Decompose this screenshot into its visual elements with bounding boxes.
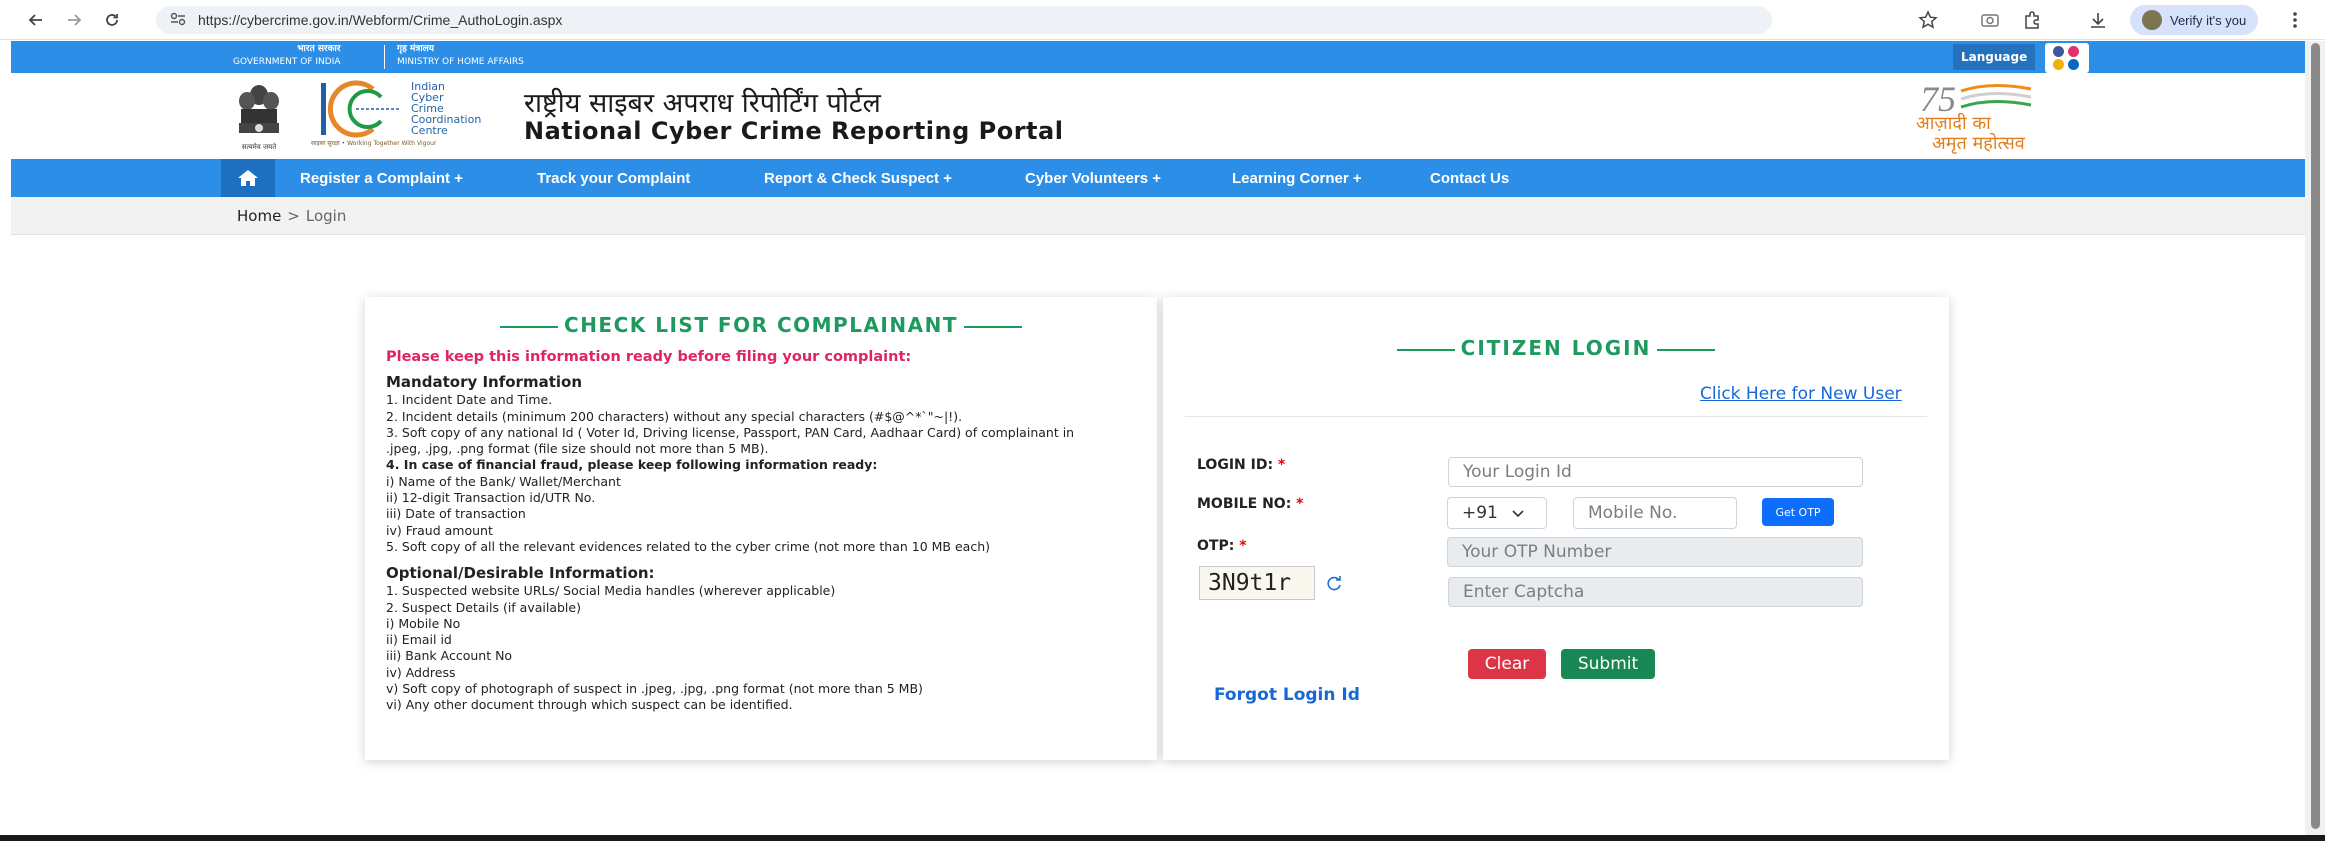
language-button[interactable]: Language	[1953, 44, 2036, 70]
profile-avatar	[2142, 10, 2162, 30]
azadi-ka-amrit-mahotsav-logo: 75 आज़ादी का अमृत महोत्सव	[1906, 77, 2106, 155]
browser-menu-icon[interactable]	[2292, 10, 2298, 34]
nav-register-complaint[interactable]: Register a Complaint +	[300, 159, 463, 197]
captcha-input[interactable]: Enter Captcha	[1448, 577, 1863, 607]
chevron-down-icon	[1512, 503, 1524, 523]
login-title: CITIZEN LOGIN	[1163, 336, 1949, 360]
submit-button[interactable]: Submit	[1561, 649, 1655, 679]
checklist-warning: Please keep this information ready befor…	[386, 349, 912, 365]
checklist-title: CHECK LIST FOR COMPLAINANT	[365, 313, 1157, 337]
checklist-body: Please keep this information ready befor…	[386, 349, 1146, 714]
nav-report-check-suspect[interactable]: Report & Check Suspect +	[764, 159, 952, 197]
azadi-line2: अमृत महोत्सव	[1932, 133, 2025, 154]
nav-contact-us[interactable]: Contact Us	[1430, 159, 1509, 197]
otp-label: OTP: *	[1197, 538, 1247, 554]
optional-heading: Optional/Desirable Information:	[386, 564, 655, 583]
breadcrumb: Home > Login	[11, 197, 2305, 235]
national-emblem-icon: सत्यमेव जयते	[233, 81, 285, 151]
breadcrumb-current: Login	[305, 206, 347, 225]
verify-label: Verify it's you	[2170, 12, 2247, 28]
main-navigation: Register a Complaint + Track your Compla…	[11, 159, 2305, 197]
breadcrumb-separator: >	[287, 206, 300, 225]
mobile-number-input[interactable]: Mobile No.	[1573, 497, 1737, 529]
captcha-image: 3N9t1r	[1199, 566, 1315, 600]
new-user-link[interactable]: Click Here for New User	[1700, 384, 1902, 404]
mandatory-heading: Mandatory Information	[386, 373, 582, 392]
ministry-label: गृह मंत्रालय MINISTRY OF HOME AFFAIRS	[397, 44, 524, 67]
scrollbar-thumb[interactable]	[2311, 43, 2320, 829]
facebook-icon[interactable]	[2053, 46, 2064, 57]
back-icon[interactable]	[20, 4, 52, 36]
list-item: iii) Date of transaction	[386, 506, 526, 522]
list-item: vi) Any other document through which sus…	[386, 697, 793, 713]
twitter-icon[interactable]	[2053, 59, 2064, 70]
clear-button[interactable]: Clear	[1468, 649, 1546, 679]
browser-toolbar: https://cybercrime.gov.in/Webform/Crime_…	[0, 0, 2325, 40]
strip-divider	[384, 45, 385, 69]
citizen-login-card: CITIZEN LOGIN Click Here for New User LO…	[1163, 297, 1949, 760]
i4c-name: Indian Cyber Crime Coordination Centre	[411, 80, 482, 137]
social-links[interactable]	[2045, 43, 2089, 73]
reload-icon[interactable]	[96, 4, 128, 36]
mobile-label: MOBILE NO: *	[1197, 496, 1304, 512]
home-icon[interactable]	[221, 159, 275, 197]
login-divider	[1185, 416, 1927, 417]
list-item: iv) Address	[386, 664, 456, 680]
linkedin-icon[interactable]	[2068, 59, 2079, 70]
list-item: ii) Email id	[386, 632, 452, 648]
portal-title-hindi: राष्ट्रीय साइबर अपराध रिपोर्टिंग पोर्टल	[524, 88, 881, 119]
site-settings-icon[interactable]	[170, 11, 186, 30]
address-bar[interactable]: https://cybercrime.gov.in/Webform/Crime_…	[156, 6, 1772, 34]
url-text: https://cybercrime.gov.in/Webform/Crime_…	[198, 12, 563, 28]
list-item: 2. Suspect Details (if available)	[386, 599, 581, 615]
financial-heading: 4. In case of financial fraud, please ke…	[386, 457, 878, 473]
footer-edge	[0, 835, 2325, 841]
list-item: 5. Soft copy of all the relevant evidenc…	[386, 538, 990, 554]
breadcrumb-home[interactable]: Home	[237, 207, 281, 225]
list-item: 1. Incident Date and Time.	[386, 392, 553, 408]
list-item: iii) Bank Account No	[386, 648, 513, 664]
list-item: 2. Incident details (minimum 200 charact…	[386, 408, 963, 424]
list-item: ii) 12-digit Transaction id/UTR No.	[386, 490, 596, 506]
instagram-icon[interactable]	[2068, 46, 2079, 57]
bookmark-star-icon[interactable]	[1918, 10, 1938, 34]
i4c-tagline: साइबर सुरक्षा • Working Together With Vi…	[311, 140, 437, 147]
extensions-icon[interactable]	[2022, 10, 2042, 34]
refresh-captcha-icon[interactable]	[1324, 573, 1344, 593]
verify-profile-button[interactable]: Verify it's you	[2130, 5, 2259, 35]
forward-icon[interactable]	[58, 4, 90, 36]
complainant-checklist-card: CHECK LIST FOR COMPLAINANT Please keep t…	[365, 297, 1157, 760]
list-item: v) Soft copy of photograph of suspect in…	[386, 681, 923, 697]
page-scrollbar[interactable]	[2305, 41, 2325, 835]
government-strip: भारत सरकार GOVERNMENT OF INDIA गृह मंत्र…	[11, 41, 2305, 73]
nav-cyber-volunteers[interactable]: Cyber Volunteers +	[1025, 159, 1161, 197]
nav-track-complaint[interactable]: Track your Complaint	[537, 159, 690, 197]
list-item: i) Mobile No	[386, 615, 461, 631]
download-icon[interactable]	[2088, 10, 2108, 34]
portal-title-english: National Cyber Crime Reporting Portal	[524, 117, 1064, 145]
list-item: i) Name of the Bank/ Wallet/Merchant	[386, 473, 621, 489]
camera-icon[interactable]	[1980, 11, 2000, 33]
country-code-select[interactable]: +91	[1447, 497, 1547, 529]
list-item: 3. Soft copy of any national Id ( Voter …	[386, 424, 1075, 457]
login-id-input[interactable]: Your Login Id	[1448, 457, 1863, 487]
government-of-india-label: भारत सरकार GOVERNMENT OF INDIA	[233, 44, 341, 67]
login-id-label: LOGIN ID: *	[1197, 457, 1286, 473]
site-header: सत्यमेव जयते Indian Cyber Crime Coordina…	[11, 73, 2305, 159]
otp-input[interactable]: Your OTP Number	[1447, 537, 1863, 567]
list-item: iv) Fraud amount	[386, 522, 493, 538]
nav-learning-corner[interactable]: Learning Corner +	[1232, 159, 1362, 197]
list-item: 1. Suspected website URLs/ Social Media …	[386, 583, 836, 599]
forgot-login-id-link[interactable]: Forgot Login Id	[1214, 685, 1360, 705]
get-otp-button[interactable]: Get OTP	[1762, 498, 1834, 526]
